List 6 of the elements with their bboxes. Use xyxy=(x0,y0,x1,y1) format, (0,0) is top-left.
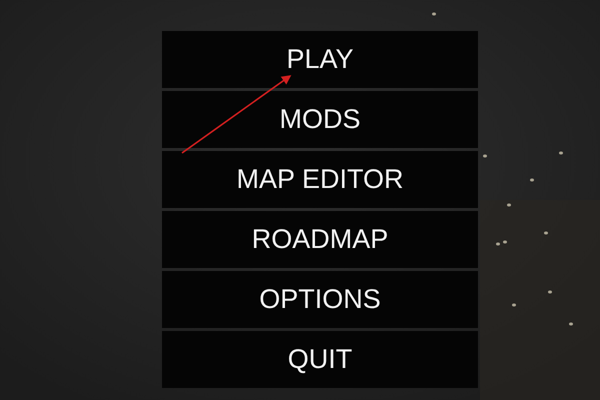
menu-button[interactable]: QUIT xyxy=(162,331,478,388)
menu-button[interactable]: ROADMAP xyxy=(162,211,478,268)
menu-button[interactable]: MODS xyxy=(162,91,478,148)
menu-button[interactable]: MAP EDITOR xyxy=(162,151,478,208)
menu-button[interactable]: OPTIONS xyxy=(162,271,478,328)
menu-button[interactable]: PLAY xyxy=(162,31,478,88)
